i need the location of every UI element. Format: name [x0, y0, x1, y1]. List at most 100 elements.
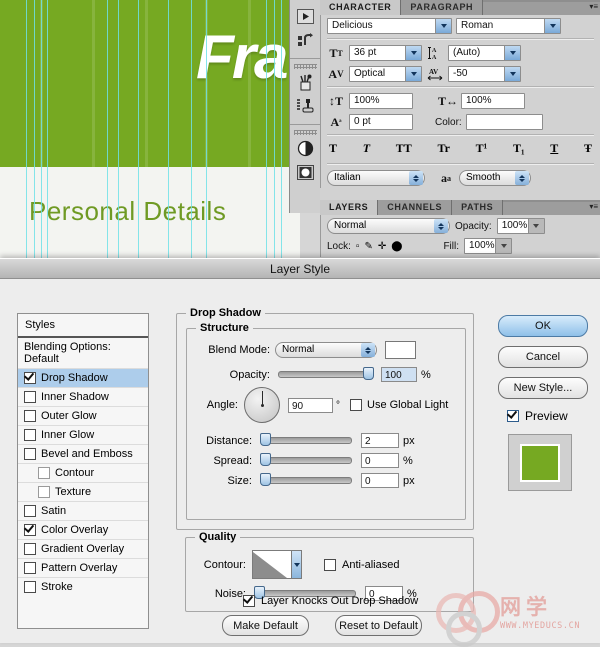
text-color-swatch[interactable]: [465, 114, 543, 130]
play-button-icon[interactable]: [295, 6, 316, 27]
language-select[interactable]: Italian: [327, 170, 425, 186]
opacity-slider-knob[interactable]: [363, 367, 374, 380]
size-slider-knob[interactable]: [260, 473, 271, 486]
make-default-button[interactable]: Make Default: [222, 615, 309, 636]
cancel-button[interactable]: Cancel: [498, 346, 588, 368]
chevron-down-icon[interactable]: [504, 67, 520, 81]
distance-input[interactable]: 2: [361, 433, 399, 448]
layer-opacity-input[interactable]: 100%: [496, 218, 545, 234]
tab-layers[interactable]: LAYERS: [320, 200, 379, 215]
reset-to-default-button[interactable]: Reset to Default: [335, 615, 422, 636]
angle-dial[interactable]: [244, 387, 280, 423]
opacity-input[interactable]: 100: [381, 367, 417, 382]
lock-position-icon[interactable]: ✛: [378, 241, 386, 252]
stamp-tool-icon[interactable]: [295, 96, 316, 117]
style-item-outer-glow[interactable]: Outer Glow: [18, 407, 148, 426]
checkbox-preview[interactable]: [507, 410, 519, 422]
font-size-select[interactable]: 36 pt: [349, 45, 422, 61]
size-input[interactable]: 0: [361, 473, 399, 488]
mask-thumbnail-icon[interactable]: [295, 162, 316, 183]
superscript-button[interactable]: T¹: [476, 141, 488, 156]
panel-drag-grip[interactable]: [294, 130, 317, 135]
new-style-button[interactable]: New Style...: [498, 377, 588, 399]
faux-bold-button[interactable]: T: [329, 141, 337, 156]
checkbox-bevel-and-emboss[interactable]: [24, 448, 36, 460]
contour-thumbnail[interactable]: [252, 550, 292, 579]
tab-channels[interactable]: CHANNELS: [378, 200, 453, 215]
chevron-down-icon[interactable]: [504, 46, 520, 60]
vertical-scale-input[interactable]: 100%: [349, 93, 413, 109]
checkbox-outer-glow[interactable]: [24, 410, 36, 422]
chevron-down-icon[interactable]: [527, 219, 544, 233]
ok-button[interactable]: OK: [498, 315, 588, 337]
all-caps-button[interactable]: TT: [396, 141, 412, 156]
style-item-pattern-overlay[interactable]: Pattern Overlay: [18, 559, 148, 578]
halftone-circle-icon[interactable]: [295, 138, 316, 159]
spread-slider[interactable]: [260, 453, 352, 466]
chevron-down-icon[interactable]: [405, 46, 421, 60]
style-item-stroke[interactable]: Stroke: [18, 578, 148, 596]
chevron-down-icon[interactable]: [495, 239, 511, 253]
underline-button[interactable]: T: [550, 141, 558, 156]
checkbox-texture[interactable]: [38, 486, 50, 498]
strikethrough-button[interactable]: Ŧ: [584, 141, 592, 156]
chevron-down-icon[interactable]: [405, 67, 421, 81]
checkbox-contour[interactable]: [38, 467, 50, 479]
tab-paragraph[interactable]: PARAGRAPH: [401, 0, 484, 15]
style-item-bevel-and-emboss[interactable]: Bevel and Emboss: [18, 445, 148, 464]
checkbox-use-global-light[interactable]: [350, 399, 362, 411]
chevron-down-icon[interactable]: [292, 550, 302, 579]
font-style-select[interactable]: Roman: [456, 18, 561, 34]
shadow-blend-mode-select[interactable]: Normal: [275, 342, 377, 358]
spread-input[interactable]: 0: [361, 453, 399, 468]
checkbox-color-overlay[interactable]: [24, 524, 36, 536]
tracking-select[interactable]: -50: [448, 66, 521, 82]
style-item-contour[interactable]: Contour: [18, 464, 148, 483]
style-item-drop-shadow[interactable]: Drop Shadow: [18, 369, 148, 388]
contour-picker[interactable]: [252, 550, 302, 579]
lock-image-pixels-icon[interactable]: ✎: [364, 241, 372, 252]
shadow-color-swatch[interactable]: [385, 341, 416, 359]
stepper-icon[interactable]: [434, 219, 448, 233]
stepper-icon[interactable]: [361, 343, 375, 357]
chevron-down-icon[interactable]: [435, 19, 451, 33]
checkbox-pattern-overlay[interactable]: [24, 562, 36, 574]
brush-jar-icon[interactable]: [295, 72, 316, 93]
anti-alias-select[interactable]: Smooth: [459, 170, 531, 186]
size-slider[interactable]: [260, 473, 352, 486]
tab-character[interactable]: CHARACTER: [320, 0, 402, 15]
small-caps-button[interactable]: Tr: [437, 141, 449, 156]
checkbox-inner-glow[interactable]: [24, 429, 36, 441]
font-family-select[interactable]: Delicious: [327, 18, 452, 34]
style-item-blending-options[interactable]: Blending Options: Default: [18, 338, 148, 369]
style-item-satin[interactable]: Satin: [18, 502, 148, 521]
style-item-gradient-overlay[interactable]: Gradient Overlay: [18, 540, 148, 559]
undo-action-icon[interactable]: [295, 30, 316, 51]
checkbox-inner-shadow[interactable]: [24, 391, 36, 403]
stepper-icon[interactable]: [409, 171, 423, 185]
faux-italic-button[interactable]: T: [363, 141, 370, 156]
dialog-title-bar[interactable]: Layer Style: [0, 259, 600, 279]
panel-drag-grip[interactable]: [294, 64, 317, 69]
checkbox-anti-aliased[interactable]: [324, 558, 336, 571]
chevron-down-icon[interactable]: [544, 19, 560, 33]
style-item-color-overlay[interactable]: Color Overlay: [18, 521, 148, 540]
angle-input[interactable]: 90: [288, 397, 333, 413]
style-item-texture[interactable]: Texture: [18, 483, 148, 502]
panel-menu-icon[interactable]: ▾≡: [589, 202, 598, 211]
distance-slider[interactable]: [260, 433, 352, 446]
lock-transparent-pixels-icon[interactable]: ▫: [356, 241, 360, 252]
kerning-select[interactable]: Optical: [349, 66, 422, 82]
spread-slider-knob[interactable]: [260, 453, 271, 466]
baseline-shift-input[interactable]: 0 pt: [349, 114, 413, 130]
checkbox-drop-shadow[interactable]: [24, 372, 36, 384]
leading-select[interactable]: (Auto): [448, 45, 521, 61]
tab-paths[interactable]: PATHS: [452, 200, 504, 215]
style-item-inner-glow[interactable]: Inner Glow: [18, 426, 148, 445]
layer-blend-mode-select[interactable]: Normal: [327, 218, 450, 234]
opacity-slider[interactable]: [278, 367, 374, 380]
checkbox-satin[interactable]: [24, 505, 36, 517]
panel-menu-icon[interactable]: ▾≡: [589, 2, 598, 11]
horizontal-scale-input[interactable]: 100%: [461, 93, 525, 109]
subscript-button[interactable]: T₁: [513, 141, 525, 156]
